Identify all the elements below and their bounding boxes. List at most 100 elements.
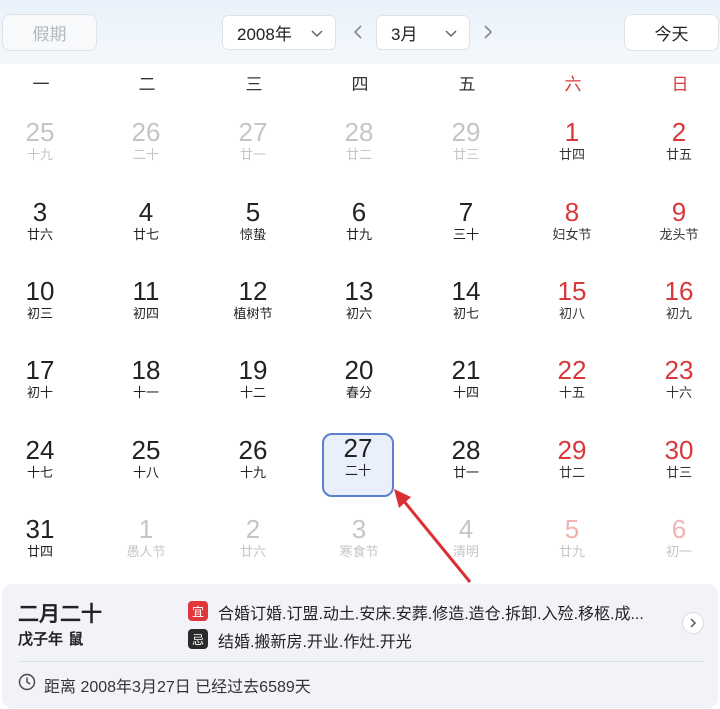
lunar-day: 愚人节 [126, 544, 166, 559]
lunar-day: 初一 [665, 544, 692, 559]
day-number: 17 [25, 355, 55, 385]
day-number: 24 [25, 435, 55, 465]
lunar-day: 廿二 [345, 147, 372, 162]
day-cell[interactable]: 25 十九 [4, 117, 76, 181]
day-number: 6 [351, 197, 367, 227]
chevron-down-icon [311, 30, 323, 38]
day-cell[interactable]: 5 廿九 [536, 514, 608, 578]
lunar-day: 妇女节 [552, 227, 592, 242]
lunar-day: 植树节 [233, 306, 273, 321]
lunar-day: 十六 [665, 385, 692, 400]
today-button[interactable]: 今天 [624, 14, 719, 51]
day-cell[interactable]: 15 初八 [536, 276, 608, 340]
day-cell[interactable]: 6 廿九 [323, 197, 395, 261]
day-cell[interactable]: 13 初六 [323, 276, 395, 340]
day-number: 25 [131, 435, 161, 465]
day-number: 2 [245, 514, 261, 544]
clock-icon [18, 673, 36, 691]
day-cell[interactable]: 24 十七 [4, 435, 76, 499]
day-cell[interactable]: 25 十八 [110, 435, 182, 499]
year-select[interactable]: 2008年 [222, 15, 336, 50]
day-cell[interactable]: 21 十四 [430, 355, 502, 419]
month-select[interactable]: 3月 [376, 15, 470, 50]
weekday-label: 二 [138, 75, 156, 94]
lunar-day: 春分 [345, 385, 372, 400]
day-number: 2 [671, 117, 687, 147]
day-cell[interactable]: 18 十一 [110, 355, 182, 419]
day-cell[interactable]: 30 廿三 [643, 435, 715, 499]
day-cell[interactable]: 29 廿三 [430, 117, 502, 181]
day-number: 5 [245, 197, 261, 227]
day-cell[interactable]: 27 二十 [322, 433, 394, 497]
days-since-text: 距离 2008年3月27日 已经过去6589天 [44, 679, 311, 696]
day-cell[interactable]: 4 清明 [430, 514, 502, 578]
day-cell[interactable]: 7 三十 [430, 197, 502, 261]
day-cell[interactable]: 28 廿一 [430, 435, 502, 499]
avoid-activities: 结婚.搬新房.开业.作灶.开光 [218, 634, 412, 651]
day-number: 10 [25, 276, 55, 306]
expand-details-button[interactable] [682, 612, 704, 634]
day-number: 28 [344, 117, 374, 147]
lunar-day: 清明 [452, 544, 479, 559]
day-cell[interactable]: 23 十六 [643, 355, 715, 419]
holiday-button[interactable]: 假期 [2, 14, 97, 51]
day-cell[interactable]: 29 廿二 [536, 435, 608, 499]
lunar-day: 十四 [452, 385, 479, 400]
day-cell[interactable]: 1 廿四 [536, 117, 608, 181]
day-cell[interactable]: 2 廿五 [643, 117, 715, 181]
day-number: 31 [25, 514, 55, 544]
next-month-icon[interactable] [481, 22, 495, 42]
lunar-day: 廿九 [345, 227, 372, 242]
day-cell[interactable]: 3 寒食节 [323, 514, 395, 578]
month-value: 3月 [391, 25, 418, 44]
day-number: 8 [564, 197, 580, 227]
day-cell[interactable]: 31 廿四 [4, 514, 76, 578]
day-number: 22 [557, 355, 587, 385]
chevron-right-icon [690, 618, 697, 628]
day-cell[interactable]: 3 廿六 [4, 197, 76, 261]
day-cell[interactable]: 17 初十 [4, 355, 76, 419]
lunar-day: 初七 [452, 306, 479, 321]
day-number: 9 [671, 197, 687, 227]
lunar-day: 十九 [239, 465, 266, 480]
lunar-day: 寒食节 [339, 544, 379, 559]
avoid-badge: 忌 [188, 629, 208, 649]
day-number: 1 [138, 514, 154, 544]
day-cell[interactable]: 2 廿六 [217, 514, 289, 578]
weekday-label: 三 [245, 75, 263, 94]
lunar-day: 初九 [665, 306, 692, 321]
day-cell[interactable]: 22 十五 [536, 355, 608, 419]
day-cell[interactable]: 12 植树节 [217, 276, 289, 340]
day-number: 1 [564, 117, 580, 147]
day-number: 4 [138, 197, 154, 227]
weekday-label: 四 [351, 75, 369, 94]
lunar-day: 廿一 [452, 465, 479, 480]
day-cell[interactable]: 16 初九 [643, 276, 715, 340]
day-cell[interactable]: 6 初一 [643, 514, 715, 578]
day-number: 27 [238, 117, 268, 147]
day-cell[interactable]: 5 惊蛰 [217, 197, 289, 261]
lunar-day: 龙头节 [659, 227, 699, 242]
day-cell[interactable]: 10 初三 [4, 276, 76, 340]
day-cell[interactable]: 4 廿七 [110, 197, 182, 261]
day-cell[interactable]: 20 春分 [323, 355, 395, 419]
lunar-day: 二十 [132, 147, 159, 162]
day-cell[interactable]: 1 愚人节 [110, 514, 182, 578]
day-cell[interactable]: 27 廿一 [217, 117, 289, 181]
day-number: 30 [664, 435, 694, 465]
day-cell[interactable]: 26 十九 [217, 435, 289, 499]
day-cell[interactable]: 9 龙头节 [643, 197, 715, 261]
day-cell[interactable]: 8 妇女节 [536, 197, 608, 261]
day-cell[interactable]: 14 初七 [430, 276, 502, 340]
day-cell[interactable]: 28 廿二 [323, 117, 395, 181]
day-number: 29 [451, 117, 481, 147]
day-cell[interactable]: 26 二十 [110, 117, 182, 181]
day-cell[interactable]: 19 十二 [217, 355, 289, 419]
day-info-panel: 二月二十 戊子年 鼠 宜 合婚订婚.订盟.动土.安床.安葬.修造.造仓.拆卸.入… [2, 584, 718, 708]
lunar-day: 廿二 [558, 465, 585, 480]
day-number: 11 [132, 276, 160, 306]
year-value: 2008年 [237, 25, 292, 44]
previous-month-icon[interactable] [351, 22, 365, 42]
lunar-day: 十二 [239, 385, 266, 400]
day-cell[interactable]: 11 初四 [110, 276, 182, 340]
